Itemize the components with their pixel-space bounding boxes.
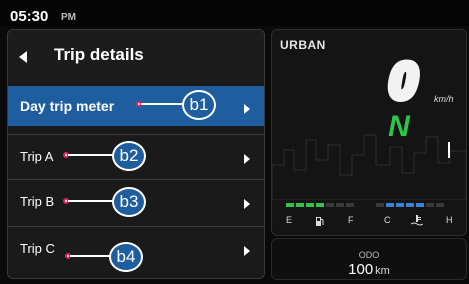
temp-cold-label: C [384, 215, 391, 225]
chevron-right-icon [244, 101, 250, 119]
gear-indicator: N [382, 110, 416, 145]
speed-readout: 0 [372, 50, 434, 113]
chevron-right-icon [244, 151, 250, 169]
odometer-label: ODO [358, 250, 380, 260]
odometer-value: 100 km [272, 261, 466, 278]
gear-value: N [388, 110, 411, 140]
callout-line [141, 103, 183, 105]
clock-time: 05:30 [10, 8, 49, 25]
city-skyline-icon [272, 134, 466, 200]
callout-badge-b3: b3 [112, 187, 146, 217]
back-arrow-icon[interactable] [18, 50, 28, 68]
speed-unit: km/h [434, 94, 454, 104]
callout-badge-b4: b4 [109, 242, 143, 272]
callout-badge-b2: b2 [112, 141, 146, 171]
fuel-pump-icon [315, 214, 325, 232]
status-bar: 05:30 PM [0, 0, 469, 26]
clock-ampm: PM [61, 12, 76, 23]
temperature-gauge [376, 203, 466, 211]
odometer: ODO 100 km [271, 238, 467, 280]
odometer-number: 100 [348, 261, 374, 278]
divider [8, 179, 264, 180]
callout-line [68, 154, 113, 156]
menu-item-label: Trip A [20, 149, 54, 164]
menu-item-label: Day trip meter [20, 98, 115, 114]
divider [8, 134, 264, 135]
callout-badge-b1: b1 [182, 90, 216, 120]
fuel-full-label: F [348, 215, 354, 225]
chevron-right-icon [244, 243, 250, 261]
callout-line [70, 255, 110, 257]
temp-hot-label: H [446, 215, 453, 225]
menu-item-label: Trip B [20, 194, 55, 209]
drive-mode-label: URBAN [280, 38, 326, 52]
instrument-cluster: URBAN 0 km/h N E F C H [271, 29, 467, 236]
page-title: Trip details [54, 45, 144, 64]
fuel-empty-label: E [286, 215, 293, 225]
chevron-right-icon [244, 196, 250, 214]
callout-line [68, 200, 113, 202]
tachometer-tick [448, 142, 450, 158]
panel-header: Trip details [8, 30, 264, 80]
odometer-unit: km [375, 265, 390, 277]
divider [8, 226, 264, 227]
speed-value: 0 [389, 54, 417, 104]
menu-item-label: Trip C [20, 241, 55, 256]
coolant-temp-icon [410, 213, 424, 231]
